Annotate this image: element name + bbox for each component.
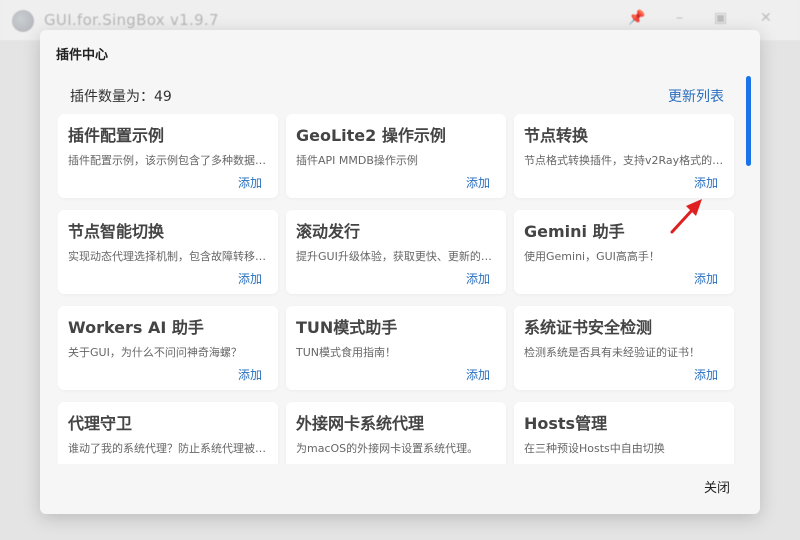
plugin-card: 插件配置示例 插件配置示例，该示例包含了多种数据类型的配置项 添加 (58, 114, 278, 198)
app-logo-icon (12, 10, 34, 32)
plugin-name: GeoLite2 操作示例 (296, 126, 446, 145)
plugin-card: 滚动发行 提升GUI升级体验，获取更快、更新的版本 添加 (286, 210, 506, 294)
add-plugin-button[interactable]: 添加 (466, 366, 490, 383)
add-plugin-button[interactable]: 添加 (238, 270, 262, 287)
plugin-card: 代理守卫 谁动了我的系统代理？防止系统代理被篡改 添加 (58, 402, 278, 464)
plugin-desc: 谁动了我的系统代理？防止系统代理被篡改 (68, 442, 270, 455)
add-plugin-button[interactable]: 添加 (466, 270, 490, 287)
add-plugin-button[interactable]: 添加 (694, 174, 718, 191)
plugin-desc: 在三种预设Hosts中自由切换 (524, 442, 665, 455)
plugin-desc: 关于GUI，为什么不问问神奇海螺？ (68, 346, 242, 359)
plugin-card: 系统证书安全检测 检测系统是否具有未经验证的证书！ 添加 (514, 306, 734, 390)
pin-icon[interactable]: 📌 (628, 10, 645, 26)
add-plugin-button[interactable]: 添加 (466, 174, 490, 191)
maximize-icon[interactable]: ▣ (714, 10, 727, 26)
scrollbar-thumb[interactable] (746, 76, 751, 166)
modal-title: 插件中心 (56, 48, 109, 63)
plugin-desc: 为macOS的外接网卡设置系统代理。 (296, 442, 479, 455)
plugin-card: Workers AI 助手 关于GUI，为什么不问问神奇海螺？ 添加 (58, 306, 278, 390)
plugin-name: 代理守卫 (68, 414, 133, 433)
plugin-name: 系统证书安全检测 (524, 318, 653, 337)
plugin-grid: 插件配置示例 插件配置示例，该示例包含了多种数据类型的配置项 添加 GeoLit… (58, 114, 742, 464)
plugin-desc: 节点格式转换插件，支持v2Ray格式的节点互相转换 (524, 154, 726, 167)
add-plugin-button[interactable]: 添加 (694, 462, 718, 464)
add-plugin-button[interactable]: 添加 (694, 366, 718, 383)
plugin-name: Gemini 助手 (524, 222, 625, 241)
add-plugin-button[interactable]: 添加 (238, 462, 262, 464)
plugin-desc: 插件配置示例，该示例包含了多种数据类型的配置项 (68, 154, 270, 167)
plugin-name: 节点智能切换 (68, 222, 165, 241)
plugin-card: TUN模式助手 TUN模式食用指南！ 添加 (286, 306, 506, 390)
plugin-desc: TUN模式食用指南！ (296, 346, 396, 359)
close-button[interactable]: 关闭 (704, 477, 730, 496)
plugin-card: 外接网卡系统代理 为macOS的外接网卡设置系统代理。 添加 (286, 402, 506, 464)
plugin-card: Hosts管理 在三种预设Hosts中自由切换 添加 (514, 402, 734, 464)
plugin-name: TUN模式助手 (296, 318, 398, 337)
plugin-desc: 插件API MMDB操作示例 (296, 154, 418, 167)
plugin-card: 节点智能切换 实现动态代理选择机制，包含故障转移等策略 添加 (58, 210, 278, 294)
minimize-icon[interactable]: – (676, 10, 683, 26)
add-plugin-button[interactable]: 添加 (238, 366, 262, 383)
plugin-name: Hosts管理 (524, 414, 608, 433)
plugin-card: GeoLite2 操作示例 插件API MMDB操作示例 添加 (286, 114, 506, 198)
plugin-name: 滚动发行 (296, 222, 361, 241)
plugin-count: 插件数量为：49 (70, 89, 172, 105)
plugin-desc: 检测系统是否具有未经验证的证书！ (524, 346, 700, 359)
plugin-card: 节点转换 节点格式转换插件，支持v2Ray格式的节点互相转换 添加 (514, 114, 734, 198)
plugin-name: 外接网卡系统代理 (296, 414, 425, 433)
add-plugin-button[interactable]: 添加 (694, 270, 718, 287)
plugin-desc: 实现动态代理选择机制，包含故障转移等策略 (68, 250, 270, 263)
plugin-desc: 提升GUI升级体验，获取更快、更新的版本 (296, 250, 498, 263)
close-window-icon[interactable]: ✕ (760, 10, 772, 26)
annotation-arrow-icon (670, 199, 702, 234)
plugin-name: 节点转换 (524, 126, 589, 145)
refresh-list-link[interactable]: 更新列表 (668, 86, 724, 106)
add-plugin-button[interactable]: 添加 (466, 462, 490, 464)
plugin-name: 插件配置示例 (68, 126, 165, 145)
plugin-desc: 使用Gemini，GUI高高手！ (524, 250, 660, 263)
plugin-center-modal: 插件中心 插件数量为：49 更新列表 插件配置示例 插件配置示例，该示例包含了多… (40, 30, 760, 514)
app-title: GUI.for.SingBox v1.9.7 (44, 11, 219, 29)
scrollbar[interactable] (746, 76, 751, 466)
add-plugin-button[interactable]: 添加 (238, 174, 262, 191)
plugin-name: Workers AI 助手 (68, 318, 204, 337)
